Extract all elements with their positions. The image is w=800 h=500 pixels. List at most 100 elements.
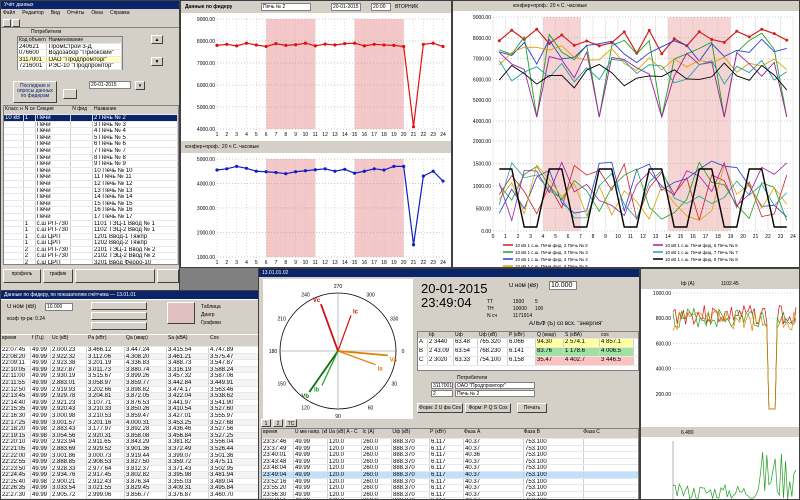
data-point	[735, 29, 739, 33]
table-cell	[4, 200, 24, 207]
table-row[interactable]: Печи 7 Печь № 7	[4, 147, 178, 155]
mode-2u-button[interactable]: Форм: 2 U фа Cos	[417, 403, 463, 413]
u-nom-field[interactable]: 10.000	[45, 303, 73, 311]
marker-btn[interactable]	[167, 302, 195, 324]
x-tick-label: 4	[245, 260, 248, 266]
table-row[interactable]: 2 с.ш РП-730 2101 ТЭЦ-1 Ввод № 2	[4, 246, 178, 254]
table-cell	[71, 233, 94, 240]
date-field[interactable]: 20-01-2015	[89, 81, 131, 89]
table-row[interactable]: Печи 15 Печь № 15	[4, 200, 178, 208]
toolbar-button[interactable]	[3, 19, 11, 27]
mode-btn-a[interactable]	[91, 302, 147, 310]
tab-table[interactable]: Таблица	[201, 304, 221, 311]
table-cell	[4, 187, 24, 194]
x-tick-label: 6	[567, 234, 570, 240]
menu-item[interactable]: Файл	[3, 10, 15, 16]
last-data-button[interactable]: Последние и опросы данных по фидерам	[13, 81, 57, 103]
menu-item[interactable]: Вид	[51, 10, 60, 16]
tn-label: ТН	[487, 306, 494, 312]
table-cell: 2.923.94	[51, 439, 87, 445]
menu-item[interactable]: Отчёты	[67, 10, 84, 16]
toolbar-button[interactable]	[12, 19, 20, 27]
mode-btn-b[interactable]	[91, 312, 147, 320]
table-row[interactable]: Печи 6 Печь № 6	[4, 141, 178, 148]
objects-down-button[interactable]: ▼	[151, 57, 163, 66]
table-row[interactable]: Печи 14 Печь № 14	[4, 194, 178, 201]
profile-header: Данные по фидеру Печь № 2 20-01-2015 20:…	[181, 1, 451, 13]
objects-table-header: Код объекта Наименование	[18, 37, 122, 44]
x-tick-label: 1	[216, 132, 219, 138]
menu-item[interactable]: Справка	[110, 10, 130, 16]
table-row[interactable]: 1 с.ш РП-730 1101 ТЭЦ-1 Ввод № 1	[4, 220, 178, 228]
table-row[interactable]: 1 с.ш ЦРП 1201 Ввод-1 Тяжпр	[4, 233, 178, 241]
table-row[interactable]: 2 с.ш ЦРП 3201 Ввод Ферро-10	[4, 260, 178, 264]
table-cell: 23:56:30	[262, 491, 294, 498]
table-row[interactable]: 3117001 ОАО "Продпромторг"	[18, 56, 122, 64]
tab-diagram[interactable]: Диагр	[201, 312, 215, 319]
table-row[interactable]: Печи 12 Печь № 12	[4, 180, 178, 188]
angle-label: 300	[366, 293, 375, 299]
mode-pqs-button[interactable]: Форм: P Q S Cos	[465, 403, 511, 413]
table-cell: 260.0	[362, 491, 392, 498]
menu-item[interactable]: Окна	[91, 10, 103, 16]
table-cell: 2.977.64	[87, 465, 125, 472]
table-row[interactable]: Печи 17 Печь № 17	[4, 213, 178, 221]
calendar-button[interactable]: ▾	[135, 81, 145, 90]
table-cell: 3.201.16	[87, 419, 125, 426]
meter-panel: Данные по фидеру, по показателям счётчик…	[0, 290, 260, 500]
table-row[interactable]: 7216001 РЭС-10 "Продпромтор"	[18, 63, 122, 70]
x-tick-label: 18	[381, 260, 387, 266]
x-tick-label: 1	[216, 260, 219, 266]
table-row[interactable]: 10 кВ 1 Печи 2 Печь № 2	[4, 115, 178, 122]
table-cell: 4 006.5	[600, 347, 634, 356]
table-row[interactable]: 076600 Водозабор "Приокский"	[18, 50, 122, 57]
table-row[interactable]: Печи 4 Печь № 4	[4, 128, 178, 135]
table-row: 23:55:20 49.99 120.0 260.0 888.370 6.117 40.37…	[262, 485, 638, 492]
table-cell: 6 Печь № 6	[93, 141, 178, 147]
refresh-button[interactable]	[63, 89, 77, 99]
feeder-select[interactable]: Печь № 2	[261, 3, 311, 11]
table-cell	[4, 154, 24, 161]
table-row[interactable]: 240621 ПромСтрой 3-Д	[18, 43, 122, 51]
table-row[interactable]: Печи 9 Печь № 9	[4, 161, 178, 168]
profile-button[interactable]: профиль	[3, 269, 41, 283]
table-row[interactable]: Печи 11 Печь № 11	[4, 174, 178, 181]
table-row[interactable]: Печи 10 Печь № 10	[4, 167, 178, 175]
objects-tab[interactable]: Потребители	[31, 29, 61, 36]
table-cell: 3.427.01	[167, 412, 209, 419]
mode-btn-c[interactable]	[91, 322, 147, 330]
table-cell: 2 3020	[428, 356, 454, 365]
tab-1[interactable]: 1	[261, 419, 271, 427]
profile-date[interactable]: 20-01-2015	[331, 3, 361, 11]
x-tick-label: 1	[504, 234, 507, 240]
table-row[interactable]: Печи 3 Печь № 3	[4, 121, 178, 129]
x-tick-label: 6	[265, 260, 268, 266]
table-row[interactable]: Печи 5 Печь № 5	[4, 134, 178, 142]
aux-button-2[interactable]	[157, 269, 179, 283]
tab-ts[interactable]: ТС	[285, 419, 297, 427]
table-cell: 49.99	[294, 445, 328, 452]
tab-graphs[interactable]: Графики	[201, 320, 221, 327]
table-cell: Uф (кВ)	[391, 429, 430, 438]
table-row: 22:16:30 49.99 3.000.98 3.210.53 3.859.47 3.4…	[1, 412, 259, 420]
menu-item[interactable]: Редактор	[22, 10, 44, 16]
table-row: 23:43:48 49.99 120.0 260.0 888.370 6.117 40.37…	[262, 458, 638, 466]
table-row[interactable]: 2 с.ш РП-730 2102 ТЭЦ-2 Ввод № 2	[4, 253, 178, 261]
table-cell: 6.117	[430, 478, 464, 485]
profile-time[interactable]: 20:00	[371, 3, 391, 11]
print-button[interactable]: Печать	[517, 403, 547, 413]
phasor-vc	[320, 303, 339, 352]
data-point	[294, 170, 298, 174]
tab-2[interactable]: 2	[273, 419, 283, 427]
table-row[interactable]: Печи 13 Печь № 13	[4, 187, 178, 195]
table-cell	[4, 253, 24, 260]
table-row[interactable]: Печи 8 Печь № 8	[4, 154, 178, 162]
table-cell: 2	[24, 253, 36, 260]
objects-up-button[interactable]: ▲	[151, 35, 163, 44]
table-row[interactable]: Печи 16 Печь № 16	[4, 207, 178, 214]
aux-button[interactable]	[75, 269, 155, 283]
vec-u-field[interactable]: 10.000	[549, 281, 577, 290]
table-row[interactable]: 1 с.ш РП-730 1102 ТЭЦ-2 Ввод № 1	[4, 227, 178, 234]
table-row[interactable]: 1 с.ш ЦРП 1202 Ввод-2 Тяжпр	[4, 240, 178, 247]
graph-button[interactable]: график	[43, 269, 73, 283]
